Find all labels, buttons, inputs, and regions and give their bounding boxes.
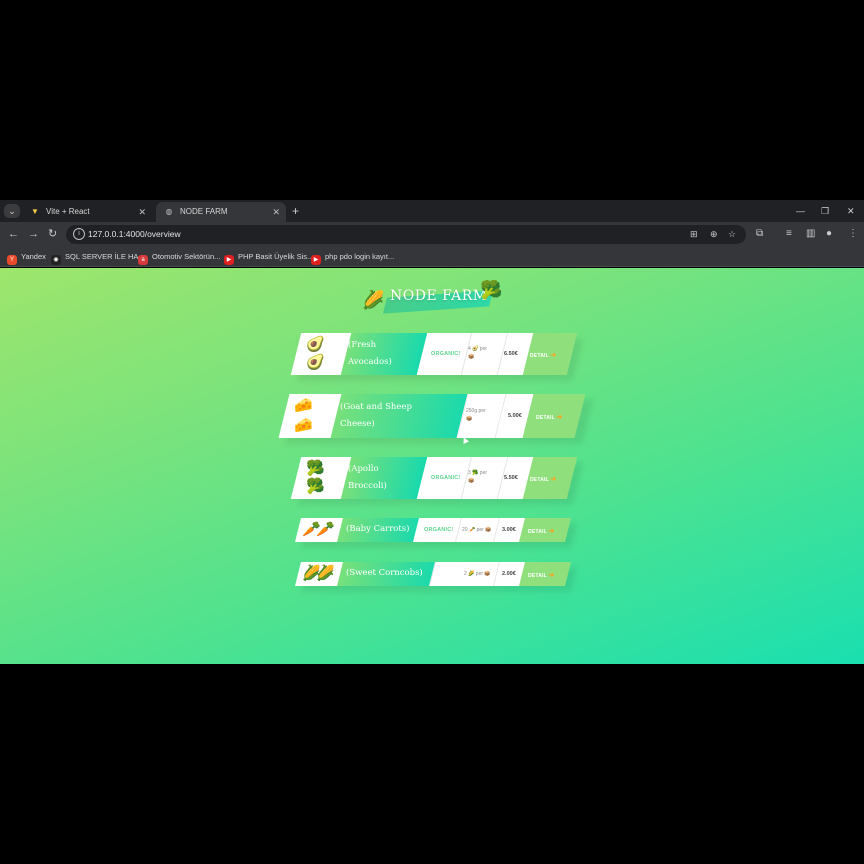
site-icon: ◉ <box>51 255 61 265</box>
product-price: 3.00€ <box>502 527 516 533</box>
youtube-icon: ▶ <box>311 255 321 265</box>
product-card[interactable]: 🥦 🥦 (Apollo Broccoli) ORGANIC! 3 🥦 per 📦… <box>290 457 584 505</box>
page-viewport: 🌽 NODE FARM 🥦 🥑 🥑 (Fresh Avocados) ORGAN… <box>0 268 864 664</box>
product-quantity: 3 🥦 per <box>468 470 488 476</box>
address-bar[interactable]: i 127.0.0.1:4000/overview ⊞ ⊕ ☆ <box>66 225 746 244</box>
close-tab-icon[interactable]: ✕ <box>272 202 280 222</box>
broccoli-icon: 🥦 <box>306 478 325 495</box>
product-name: Avocados) <box>348 357 392 367</box>
product-quantity: 250g per <box>466 408 486 414</box>
bookmark-php-uyelik[interactable]: ▶ PHP Basit Üyelik Sis... <box>224 250 313 265</box>
yandex-icon: Y <box>7 255 17 265</box>
bookmark-sql-server[interactable]: ◉ SQL SERVER İLE HA... <box>51 250 145 265</box>
organic-badge: ORGANIC! <box>424 527 454 533</box>
cheese-icon: 🧀 <box>294 397 313 414</box>
carrot-icon: 🥕 <box>316 521 335 538</box>
back-icon[interactable]: ← <box>8 227 19 241</box>
vite-icon: ▼ <box>31 207 39 216</box>
avocado-icon: 🥑 <box>306 336 325 353</box>
product-quantity: 2 🌽 per 📦 <box>464 571 491 577</box>
extensions-icon[interactable]: ⧉ <box>756 227 763 241</box>
translate-icon[interactable]: ⊞ <box>690 228 698 241</box>
reload-icon[interactable]: ↻ <box>48 227 57 241</box>
site-icon: a <box>138 255 148 265</box>
bookmarks-bar: Y Yandex ◉ SQL SERVER İLE HA... a Otomotiv … <box>0 247 864 267</box>
detail-link[interactable]: DETAIL ➜ <box>530 475 556 483</box>
brand-header[interactable]: 🌽 NODE FARM 🥦 <box>360 280 510 320</box>
product-name: Cheese) <box>340 419 375 429</box>
close-tab-icon[interactable]: ✕ <box>138 202 146 222</box>
arrow-right-icon: ➜ <box>548 528 555 535</box>
tab-bar: ⌄ ▼ Vite + React ✕ ◍ NODE FARM ✕ + — ❐ ✕ <box>0 200 864 222</box>
menu-icon[interactable]: ⋮ <box>848 227 858 241</box>
arrow-right-icon: ➜ <box>550 476 557 483</box>
new-tab-button[interactable]: + <box>292 202 299 220</box>
reading-list-icon[interactable]: ≡ <box>786 227 792 241</box>
product-quantity: 20 🥕 per 📦 <box>462 527 492 533</box>
navigation-toolbar: ← → ↻ i 127.0.0.1:4000/overview ⊞ ⊕ ☆ ⧉ … <box>0 222 864 247</box>
arrow-right-icon: ➜ <box>556 414 563 421</box>
organic-badge: ORGANIC! <box>431 475 461 481</box>
address-url[interactable]: 127.0.0.1:4000/overview <box>88 225 181 244</box>
broccoli-icon: 🥦 <box>306 460 325 477</box>
product-name: (Baby Carrots) <box>346 524 410 534</box>
detail-link[interactable]: DETAIL ➜ <box>528 571 554 579</box>
product-name: (Goat and Sheep <box>340 402 412 412</box>
close-window-icon[interactable]: ✕ <box>847 204 855 218</box>
bookmark-otomotiv[interactable]: a Otomotiv Sektörün... <box>138 250 220 265</box>
product-card[interactable]: 🥑 🥑 (Fresh Avocados) ORGANIC! 4 🥑 per 📦 … <box>290 333 584 381</box>
profile-icon[interactable]: ● <box>826 227 832 241</box>
box-icon: 📦 <box>468 478 475 484</box>
tab-title: Vite + React <box>46 207 90 216</box>
detail-link[interactable]: DETAIL ➜ <box>536 413 562 421</box>
tab-node-farm[interactable]: ◍ NODE FARM ✕ <box>156 202 286 222</box>
product-card[interactable]: 🧀 🧀 (Goat and Sheep Cheese) 250g per 📦 5… <box>278 394 594 444</box>
site-info-icon[interactable]: i <box>73 228 85 240</box>
product-card[interactable]: 🌽 🌽 (Sweet Corncobs) 2 🌽 per 📦 2.00€ DET… <box>295 562 577 592</box>
product-name: (Sweet Corncobs) <box>346 568 423 578</box>
globe-icon: ◍ <box>165 207 173 216</box>
brand-name: NODE FARM <box>390 288 488 304</box>
bookmark-star-icon[interactable]: ☆ <box>728 228 736 241</box>
arrow-right-icon: ➜ <box>548 572 555 579</box>
box-icon: 📦 <box>468 354 475 360</box>
organic-badge: ORGANIC! <box>431 351 461 357</box>
product-quantity: 4 🥑 per <box>468 346 488 352</box>
detail-link[interactable]: DETAIL ➜ <box>528 527 554 535</box>
broccoli-icon: 🥦 <box>480 280 503 300</box>
product-name: Broccoli) <box>348 481 387 491</box>
side-panel-icon[interactable]: ▥ <box>806 227 815 241</box>
product-price: 5.50€ <box>504 475 518 481</box>
youtube-icon: ▶ <box>224 255 234 265</box>
box-icon: 📦 <box>466 416 473 422</box>
forward-icon[interactable]: → <box>28 227 39 241</box>
tab-vite-react[interactable]: ▼ Vite + React ✕ <box>22 202 152 222</box>
tab-search-icon[interactable]: ⌄ <box>4 204 20 218</box>
product-name: (Apollo <box>348 464 379 474</box>
corn-icon: 🌽 <box>316 565 335 582</box>
product-name: (Fresh <box>348 340 377 350</box>
bookmark-php-pdo[interactable]: ▶ php pdo login kayıt... <box>311 250 394 265</box>
product-price: 5.00€ <box>508 413 522 419</box>
corn-icon: 🌽 <box>362 290 385 310</box>
browser-window: ⌄ ▼ Vite + React ✕ ◍ NODE FARM ✕ + — ❐ ✕… <box>0 200 864 664</box>
arrow-right-icon: ➜ <box>550 352 557 359</box>
zoom-icon[interactable]: ⊕ <box>710 228 718 241</box>
minimize-icon[interactable]: — <box>796 204 805 218</box>
avocado-icon: 🥑 <box>306 354 325 371</box>
tab-title: NODE FARM <box>180 207 228 216</box>
product-price: 6.50€ <box>504 351 518 357</box>
product-price: 2.00€ <box>502 571 516 577</box>
product-card[interactable]: 🥕 🥕 (Baby Carrots) ORGANIC! 20 🥕 per 📦 3… <box>295 518 577 548</box>
cheese-icon: 🧀 <box>294 417 313 434</box>
bookmark-yandex[interactable]: Y Yandex <box>7 250 46 265</box>
restore-icon[interactable]: ❐ <box>821 204 829 218</box>
detail-link[interactable]: DETAIL ➜ <box>530 351 556 359</box>
